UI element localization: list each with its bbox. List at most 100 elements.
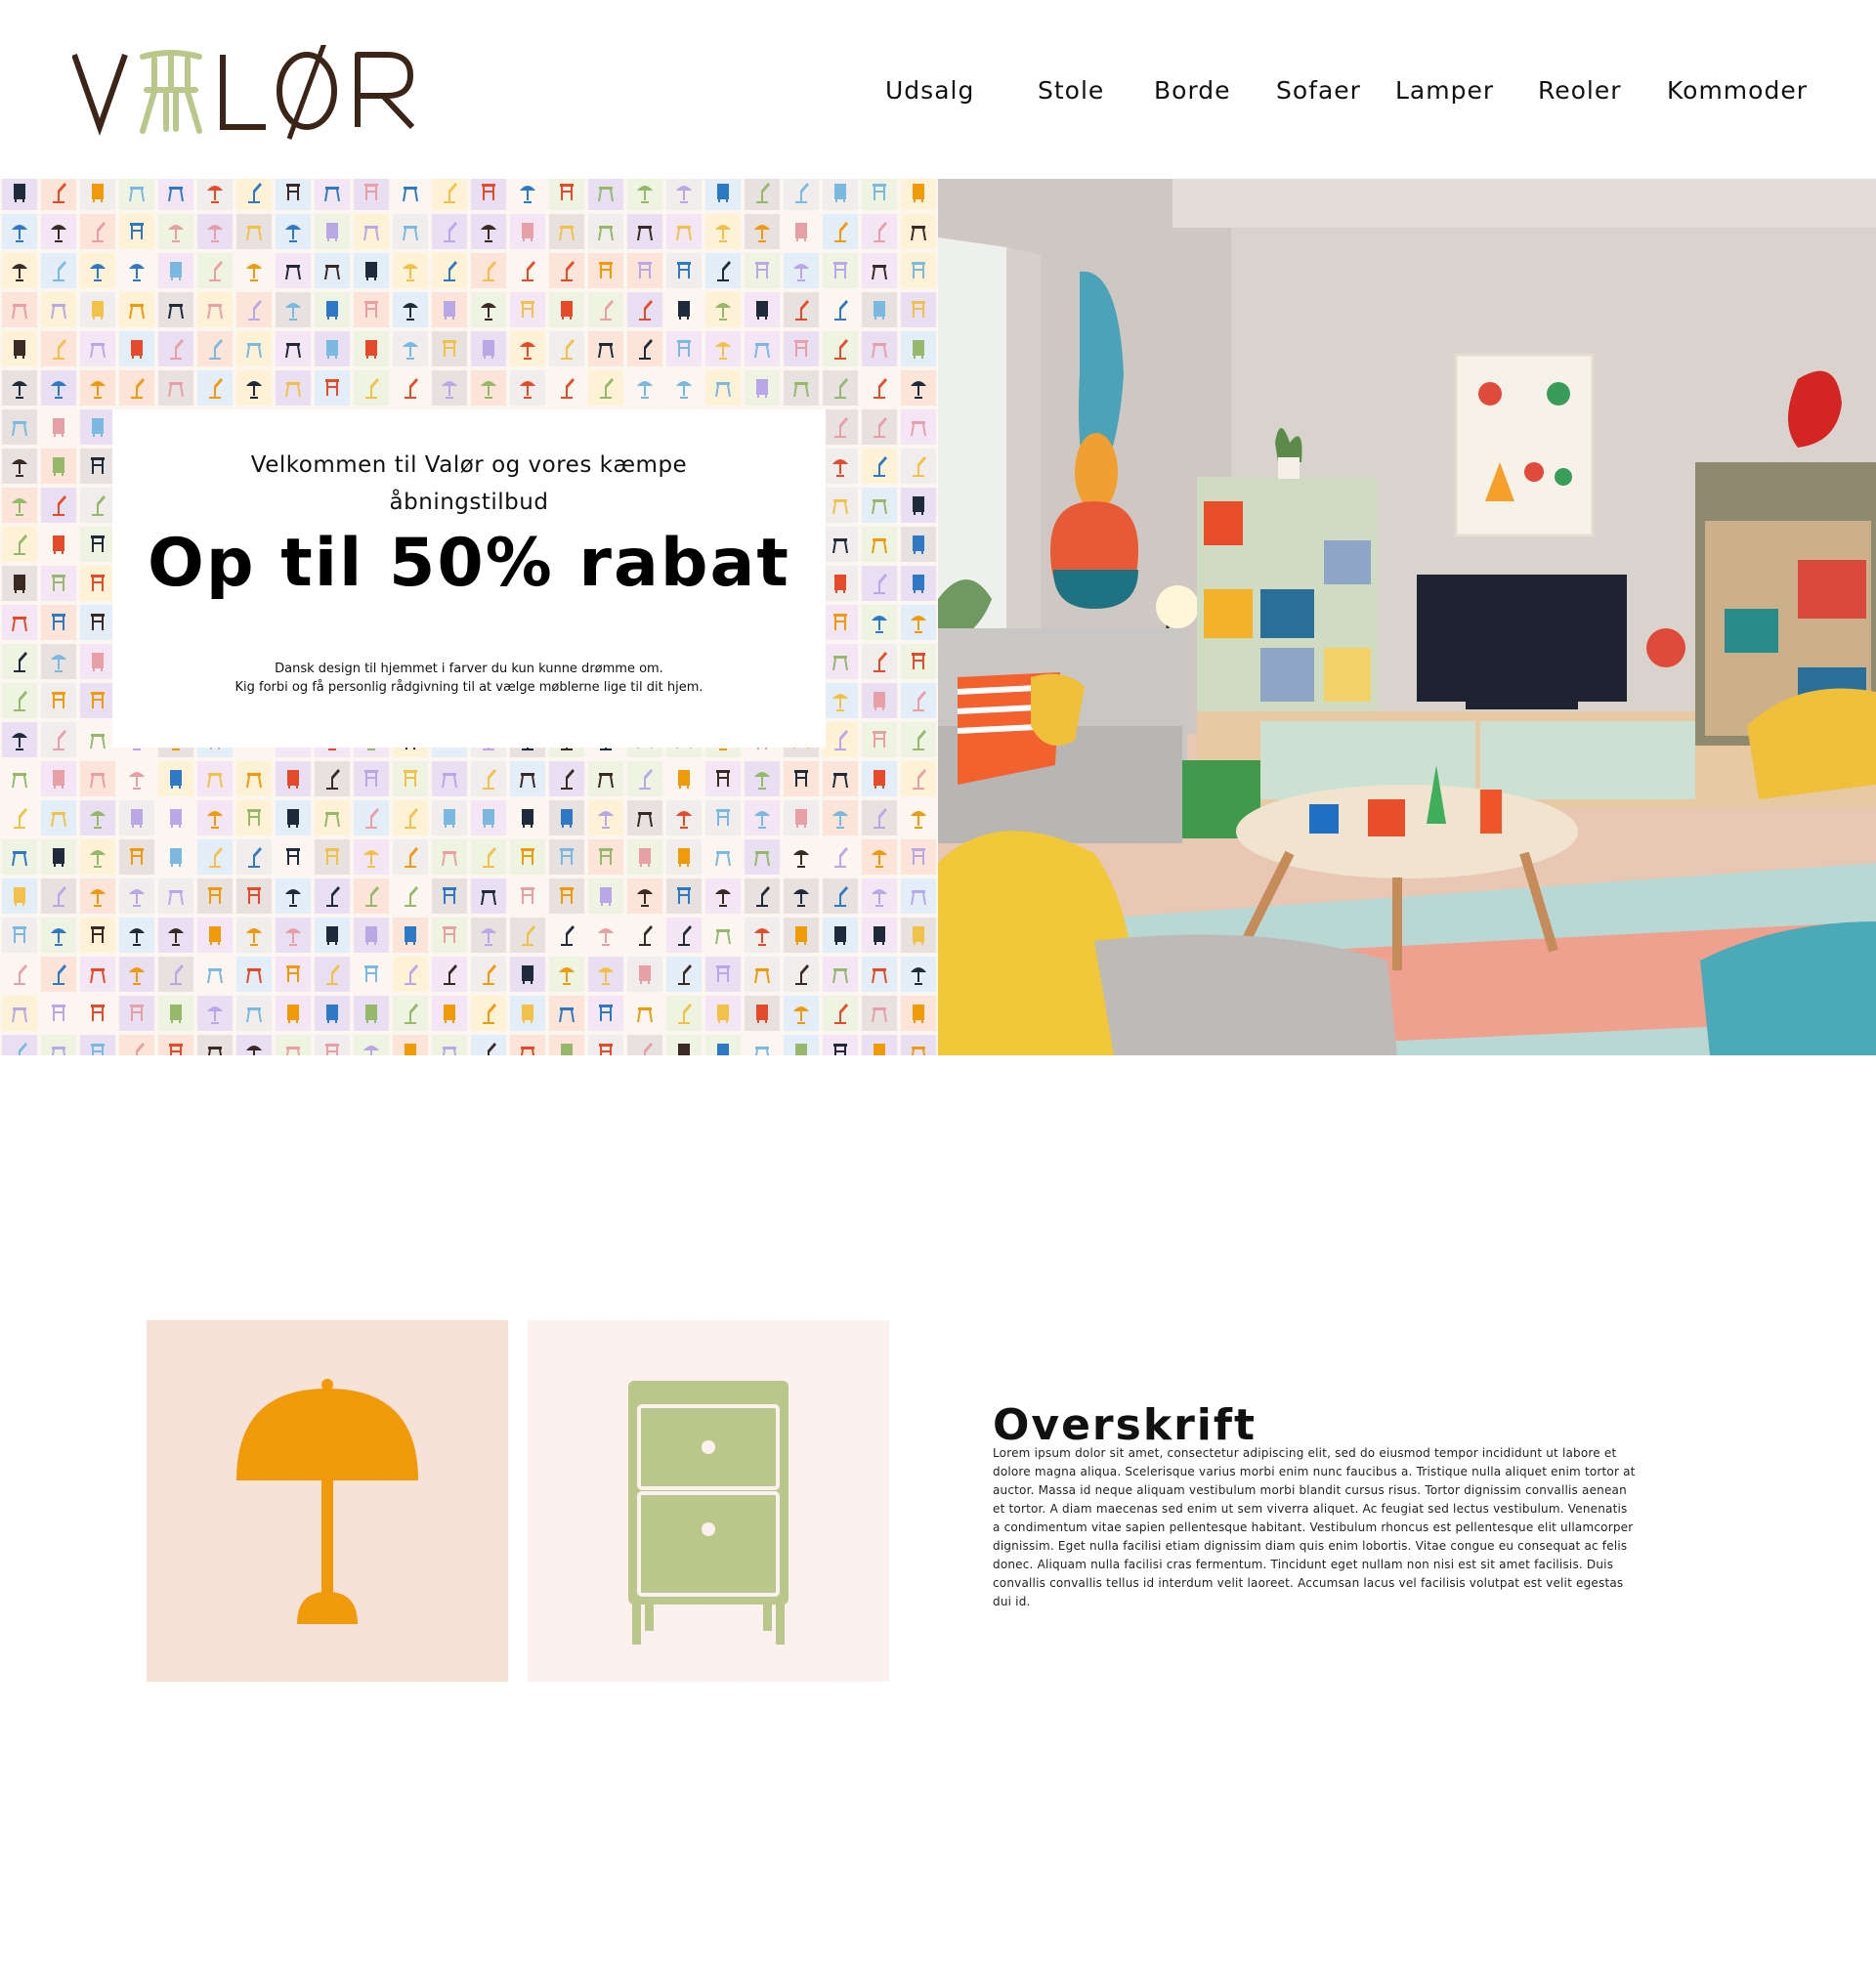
pattern-drawer-icon [2,179,37,210]
pattern-stool-icon [276,331,311,366]
pattern-desk-icon [432,179,467,210]
pattern-stool-icon [705,918,741,953]
pattern-drawer-icon [315,214,350,249]
pattern-chair-icon [276,957,311,992]
pattern-lamp-icon [80,370,115,406]
pattern-stool-icon [627,800,662,835]
pattern-stool-icon [510,1035,545,1055]
pattern-lamp-icon [862,878,897,914]
nav-item-lamper[interactable]: Lamper [1395,76,1494,105]
pattern-desk-icon [627,761,662,796]
pattern-desk-icon [823,996,858,1031]
pattern-chair-icon [354,179,389,210]
pattern-desk-icon [862,566,897,601]
pattern-drawer-icon [158,839,193,875]
pattern-desk-icon [2,800,37,835]
nav-item-borde[interactable]: Borde [1154,76,1231,105]
pattern-chair-icon [315,370,350,406]
pattern-desk-icon [901,449,936,484]
pattern-lamp-icon [745,800,780,835]
lamp-tile[interactable] [147,1320,508,1682]
pattern-stool-icon [745,839,780,875]
pattern-desk-icon [823,292,858,327]
drawer-tile[interactable] [528,1320,889,1682]
pattern-stool-icon [80,761,115,796]
pattern-drawer-icon [862,1035,897,1055]
pattern-lamp-icon [862,605,897,640]
pattern-lamp-icon [862,839,897,875]
nav-item-sofaer[interactable]: Sofaer [1276,76,1361,105]
nav-item-stole[interactable]: Stole [1038,76,1104,105]
pattern-lamp-icon [510,370,545,406]
pattern-lamp-icon [80,253,115,288]
pattern-stool-icon [432,1035,467,1055]
pattern-chair-icon [236,878,272,914]
pattern-drawer-icon [315,292,350,327]
pattern-desk-icon [549,918,584,953]
pattern-chair-icon [80,605,115,640]
pattern-desk-icon [471,996,506,1031]
pattern-drawer-icon [549,292,584,327]
pattern-chair-icon [41,605,76,640]
nav-item-udsalg[interactable]: Udsalg [885,76,974,105]
pattern-lamp-icon [119,918,154,953]
pattern-stool-icon [158,179,193,210]
pattern-lamp-icon [666,179,702,210]
pattern-desk-icon [197,331,233,366]
pattern-stool-icon [41,1035,76,1055]
pattern-desk-icon [41,331,76,366]
pattern-drawer-icon [158,996,193,1031]
pattern-chair-icon [784,761,819,796]
pattern-desk-icon [823,370,858,406]
pattern-lamp-icon [119,253,154,288]
pattern-drawer-icon [158,800,193,835]
pattern-drawer-icon [393,918,428,953]
pattern-desk-icon [862,409,897,445]
pattern-lamp-icon [784,878,819,914]
pattern-lamp-icon [627,370,662,406]
pattern-desk-icon [236,179,272,210]
pattern-desk-icon [197,839,233,875]
pattern-stool-icon [236,957,272,992]
pattern-desk-icon [862,370,897,406]
hero-section: Velkommen til Valør og vores kæmpe åbnin… [0,179,1876,1055]
pattern-drawer-icon [158,761,193,796]
pattern-desk-icon [588,370,623,406]
pattern-lamp-icon [354,1035,389,1055]
pattern-lamp-icon [588,918,623,953]
pattern-chair-icon [510,839,545,875]
pattern-lamp-icon [41,214,76,249]
pattern-desk-icon [432,957,467,992]
pattern-drawer-icon [197,918,233,953]
pattern-drawer-icon [549,1035,584,1055]
pattern-lamp-icon [197,214,233,249]
pattern-drawer-icon [745,370,780,406]
pattern-lamp-icon [627,179,662,210]
nav-item-reoler[interactable]: Reoler [1538,76,1622,105]
pattern-lamp-icon [80,839,115,875]
pattern-stool-icon [197,1035,233,1055]
pattern-desk-icon [784,179,819,210]
pattern-chair-icon [432,918,467,953]
pattern-stool-icon [823,644,858,679]
pattern-stool-icon [41,800,76,835]
pattern-chair-icon [666,253,702,288]
pattern-stool-icon [276,253,311,288]
pattern-stool-icon [354,214,389,249]
pattern-drawer-icon [745,996,780,1031]
pattern-lamp-icon [80,800,115,835]
nav-item-kommoder[interactable]: Kommoder [1667,76,1808,105]
pattern-drawer-icon [41,761,76,796]
pattern-lamp-icon [588,800,623,835]
pattern-chair-icon [80,918,115,953]
pattern-desk-icon [471,253,506,288]
pattern-stool-icon [901,878,936,914]
pattern-chair-icon [197,878,233,914]
pattern-lamp-icon [823,800,858,835]
pattern-stool-icon [236,761,272,796]
pattern-stool-icon [236,996,272,1031]
pattern-desk-icon [549,370,584,406]
pattern-drawer-icon [784,800,819,835]
pattern-chair-icon [588,996,623,1031]
pattern-chair-icon [549,179,584,210]
